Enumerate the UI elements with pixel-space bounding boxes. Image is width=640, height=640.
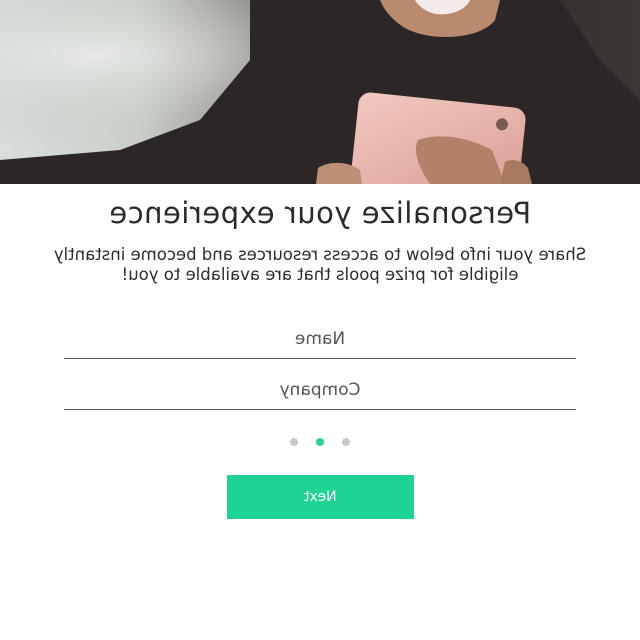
personalize-screen: Personalize your experience Share your i… [0, 0, 640, 640]
next-button-label: Next [304, 489, 337, 505]
pagination-dot-1[interactable] [290, 438, 298, 446]
name-input[interactable] [64, 320, 576, 359]
page-title: Personalize your experience [108, 196, 532, 230]
pagination-dots [0, 438, 640, 448]
next-button[interactable]: Next [227, 475, 414, 519]
pagination-dot-2[interactable] [316, 438, 324, 446]
hero-photo-illustration [0, 0, 640, 184]
company-input[interactable] [64, 371, 576, 410]
hero-image [0, 0, 640, 184]
pagination-dot-3[interactable] [342, 438, 350, 446]
page-subtitle: Share your info below to access resource… [53, 245, 587, 284]
